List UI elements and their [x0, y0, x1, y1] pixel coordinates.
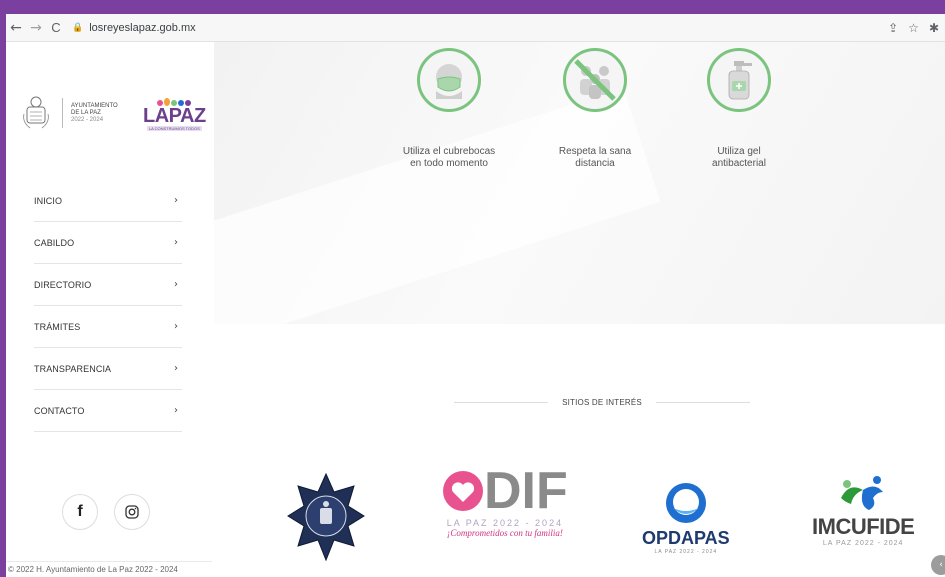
instagram-icon: [125, 505, 139, 519]
reload-icon[interactable]: C: [46, 18, 66, 38]
chevron-right-icon: ›: [174, 363, 178, 374]
dif-heart-icon: [443, 471, 483, 511]
chevron-right-icon: ›: [174, 321, 178, 332]
menu-item-cabildo[interactable]: CABILDO ›: [34, 222, 182, 264]
chevron-right-icon: ›: [174, 195, 178, 206]
social-links: f: [62, 494, 150, 530]
police-badge-icon: [287, 472, 365, 562]
hygiene-item-mask: Utiliza el cubrebocas en todo momento: [384, 48, 514, 170]
hygiene-banner: Utiliza el cubrebocas en todo momento Re…: [214, 42, 945, 324]
main-menu: INICIO › CABILDO › DIRECTORIO › TRÁMITES…: [34, 180, 182, 432]
star-icon[interactable]: ☆: [908, 21, 919, 35]
instagram-button[interactable]: [114, 494, 150, 530]
lapaz-tagline: LA CONSTRUIMOS TODOS: [146, 125, 202, 131]
sidebar: AYUNTAMIENTO DE LA PAZ 2022 - 2024 LAPAZ…: [6, 42, 212, 577]
menu-item-inicio[interactable]: INICIO ›: [34, 180, 182, 222]
browser-frame: ← → C 🔒 losreyeslapaz.gob.mx ⇪ ☆ ✱ AYUNT…: [6, 14, 945, 577]
lapaz-logo: LAPAZ LA CONSTRUIMOS TODOS: [143, 96, 206, 131]
lapaz-dots-icon: [157, 96, 192, 106]
back-icon[interactable]: ←: [6, 18, 26, 38]
chevron-right-icon: ›: [174, 279, 178, 290]
chat-widget-icon[interactable]: ‹: [931, 555, 945, 575]
opdapas-wordmark: OPDAPAS: [642, 528, 730, 548]
menu-item-transparencia[interactable]: TRANSPARENCIA ›: [34, 348, 182, 390]
imcufide-logo-icon: [841, 476, 884, 510]
municipal-seal-icon: [23, 96, 49, 129]
water-drop-icon: [665, 483, 706, 523]
browser-toolbar: ← → C 🔒 losreyeslapaz.gob.mx ⇪ ☆ ✱: [6, 14, 945, 42]
hygiene-item-distance: Respeta la sana distancia: [530, 48, 660, 170]
copyright-footer: © 2022 H. Ayuntamiento de La Paz 2022 - …: [6, 561, 212, 577]
face-mask-icon: [417, 48, 481, 112]
hygiene-text-distance: Respeta la sana distancia: [558, 146, 632, 169]
ayuntamiento-label: AYUNTAMIENTO DE LA PAZ 2022 - 2024: [71, 102, 118, 123]
chevron-right-icon: ›: [174, 237, 178, 248]
logo-area[interactable]: AYUNTAMIENTO DE LA PAZ 2022 - 2024 LAPAZ…: [20, 94, 206, 132]
lock-icon: 🔒: [72, 22, 84, 33]
hygiene-text-mask: Utiliza el cubrebocas en todo momento: [402, 146, 496, 169]
share-icon[interactable]: ⇪: [888, 21, 898, 35]
dif-link[interactable]: DIF LA PAZ 2022 - 2024 ¡Comprometidos co…: [442, 462, 568, 538]
url-text[interactable]: losreyeslapaz.gob.mx: [89, 22, 195, 34]
menu-item-contacto[interactable]: CONTACTO ›: [34, 390, 182, 432]
policia-municipal-link[interactable]: [286, 472, 366, 568]
lapaz-wordmark: LAPAZ: [143, 104, 206, 127]
facebook-button[interactable]: f: [62, 494, 98, 530]
menu-item-tramites[interactable]: TRÁMITES ›: [34, 306, 182, 348]
forward-icon[interactable]: →: [26, 18, 46, 38]
extension-icon[interactable]: ✱: [929, 21, 939, 35]
imcufide-wordmark: IMCUFIDE: [812, 514, 915, 539]
sites-of-interest-heading: SITIOS DE INTERÉS: [454, 398, 751, 407]
opdapas-year: LA PAZ 2022 - 2024: [654, 549, 718, 555]
facebook-icon: f: [77, 503, 83, 520]
dif-year: LA PAZ 2022 - 2024: [446, 518, 564, 528]
menu-item-directorio[interactable]: DIRECTORIO ›: [34, 264, 182, 306]
logo-divider: [62, 98, 63, 128]
hand-sanitizer-icon: [707, 48, 771, 112]
dif-wordmark: DIF: [484, 462, 568, 520]
social-distance-icon: [563, 48, 627, 112]
imcufide-link[interactable]: IMCUFIDE LA PAZ 2022 - 2024: [812, 474, 915, 547]
dif-slogan: ¡Comprometidos con tu familia!: [446, 528, 563, 538]
hygiene-text-gel: Utiliza gel antibacterial: [712, 146, 766, 169]
imcufide-year: LA PAZ 2022 - 2024: [822, 540, 904, 547]
address-bar[interactable]: 🔒 losreyeslapaz.gob.mx: [72, 22, 196, 34]
opdapas-link[interactable]: OPDAPAS LA PAZ 2022 - 2024: [642, 480, 730, 555]
hygiene-item-gel: Utiliza gel antibacterial: [674, 48, 804, 170]
chevron-right-icon: ›: [174, 405, 178, 416]
